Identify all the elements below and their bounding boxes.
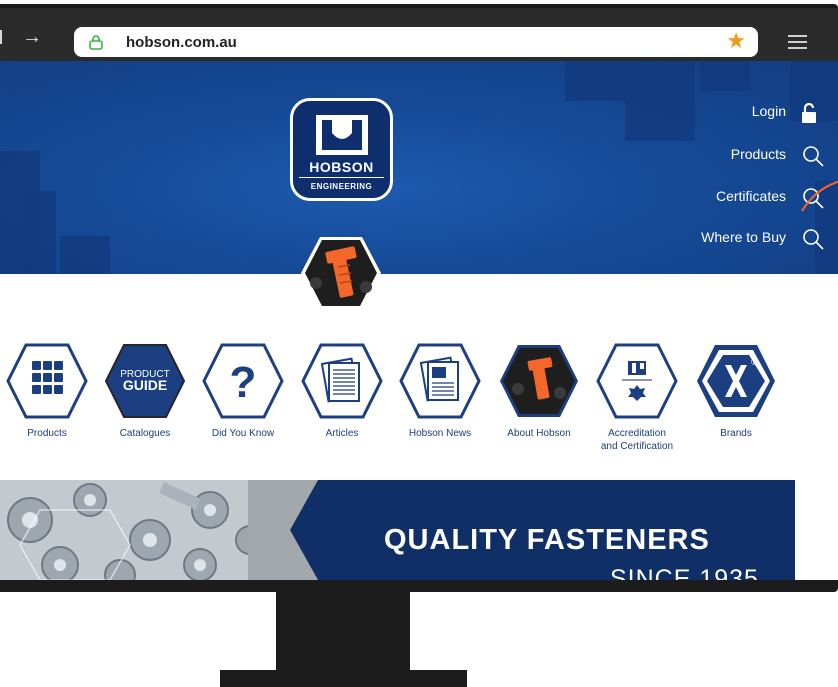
monitor-stand-base (220, 670, 467, 687)
product-guide-icon: PRODUCT GUIDE (104, 344, 186, 418)
nav-certificates-label: Certificates (715, 188, 786, 204)
url-text[interactable]: hobson.com.au (126, 34, 237, 51)
category-products[interactable]: Products (4, 343, 90, 440)
nav-products-label: Products (730, 146, 786, 162)
category-articles[interactable]: Articles (299, 343, 385, 440)
category-catalogues[interactable]: PRODUCT GUIDE Catalogues (102, 343, 188, 440)
search-icon (803, 146, 824, 167)
category-label-line2: and Certification (600, 441, 674, 452)
star-icon[interactable]: ★ (726, 30, 746, 52)
nav-where-to-buy-label: Where to Buy (701, 229, 786, 245)
category-did-you-know[interactable]: ? Did You Know (200, 343, 286, 440)
banner-title: QUALITY FASTENERS (384, 524, 710, 556)
nav-login-label: Login (751, 103, 786, 119)
category-hobson-news[interactable]: Hobson News (397, 343, 483, 440)
hamburger-menu-icon[interactable] (788, 35, 807, 49)
document-icon (301, 343, 383, 419)
bolts-photo-icon (500, 345, 578, 417)
logo-text-hobson: HOBSON (309, 159, 374, 175)
nav-certificates[interactable]: Certificates (574, 188, 824, 209)
registered-mark: ® (751, 357, 758, 367)
newspaper-icon (399, 343, 481, 419)
logo-mark-icon (316, 115, 368, 155)
category-label: Did You Know (211, 428, 275, 439)
website-viewport: HOBSON ENGINEERING Login Products Certif… (0, 61, 838, 580)
banner-subtitle: SINCE 1935 (610, 565, 759, 580)
decorative-curve (801, 181, 838, 212)
hero-header: HOBSON ENGINEERING Login Products Certif… (0, 61, 838, 274)
category-label: Catalogues (119, 428, 171, 439)
category-about-hobson[interactable]: About Hobson (496, 343, 582, 440)
nav-products[interactable]: Products (574, 146, 824, 167)
category-label: Products (27, 428, 67, 439)
address-bar[interactable]: hobson.com.au ★ (74, 27, 758, 57)
category-label: Hobson News (408, 428, 472, 439)
bolt-photo-hexagon (301, 237, 381, 309)
unlock-icon (802, 102, 816, 123)
category-label: About Hobson (507, 428, 571, 439)
grid-icon (6, 343, 88, 419)
browser-toolbar: → hobson.com.au ★ (0, 8, 838, 61)
brand-x-icon: ® (697, 345, 775, 417)
monitor-top-edge (0, 0, 838, 8)
lock-icon (89, 35, 103, 50)
category-brands[interactable]: ® Brands (693, 343, 779, 440)
nav-where-to-buy[interactable]: Where to Buy (574, 229, 824, 250)
category-label: Accreditation (608, 428, 666, 439)
category-label: Brands (720, 428, 752, 439)
monitor-stand-neck (276, 590, 410, 672)
nav-login[interactable]: Login (574, 102, 816, 123)
svg-text:?: ? (230, 358, 257, 407)
back-button-edge[interactable] (0, 30, 2, 44)
logo-text-engineering: ENGINEERING (310, 182, 373, 191)
category-accreditation[interactable]: Accreditation and Certification (594, 343, 680, 453)
logo-divider (299, 177, 384, 178)
category-label: Articles (325, 428, 359, 439)
promo-banner[interactable]: QUALITY FASTENERS SINCE 1935 (0, 480, 795, 580)
question-icon: ? (202, 343, 284, 419)
banner-chevron (248, 480, 328, 580)
certification-icon (596, 343, 678, 419)
hobson-logo[interactable]: HOBSON ENGINEERING (290, 98, 393, 201)
badge-bottom: GUIDE (123, 377, 167, 393)
forward-arrow-icon[interactable]: → (22, 27, 42, 47)
